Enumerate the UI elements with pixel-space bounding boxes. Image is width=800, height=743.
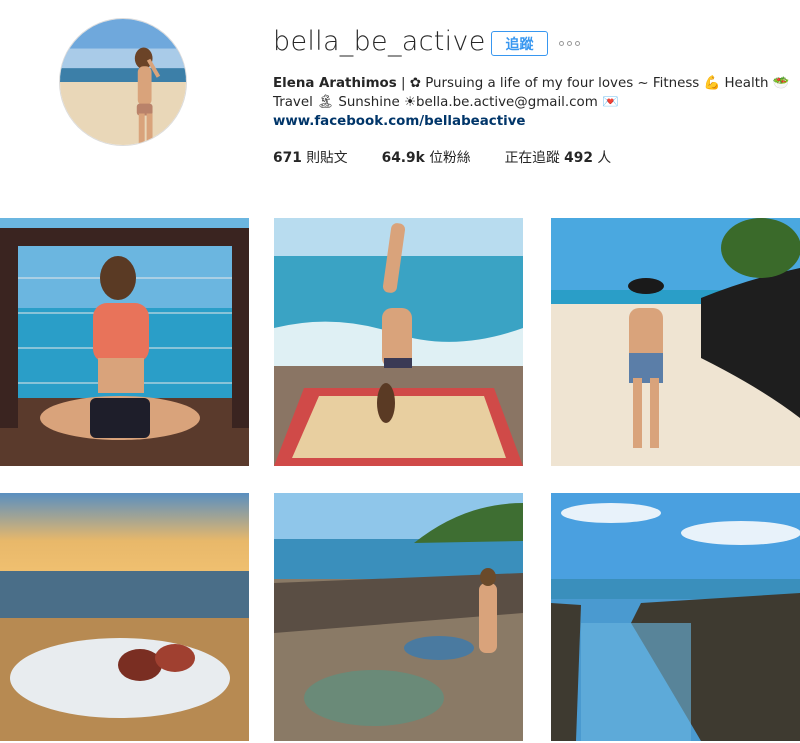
post-thumbnail[interactable] <box>274 218 523 466</box>
followers-stat[interactable]: 64.9k 位粉絲 <box>382 146 471 166</box>
post-thumbnail[interactable] <box>551 493 800 741</box>
following-count: 492 <box>564 150 593 166</box>
avatar-image <box>60 19 186 145</box>
post-image <box>274 493 523 741</box>
profile-stats: 671 則貼文 64.9k 位粉絲 正在追蹤 492 人 <box>273 146 645 166</box>
post-image <box>0 493 249 741</box>
posts-count: 671 <box>273 150 302 166</box>
post-thumbnail[interactable] <box>0 493 249 741</box>
post-image <box>0 218 249 466</box>
following-label: 正在追蹤 <box>504 150 560 166</box>
followers-count: 64.9k <box>381 150 425 166</box>
post-image <box>551 218 800 466</box>
follow-button[interactable]: 追蹤 <box>491 31 548 56</box>
post-thumbnail[interactable] <box>274 493 523 741</box>
post-image <box>274 218 523 466</box>
posts-label: 則貼文 <box>306 150 348 166</box>
following-stat[interactable]: 正在追蹤 492 人 <box>505 146 612 166</box>
post-thumbnail[interactable] <box>0 218 249 466</box>
following-unit: 人 <box>597 150 612 166</box>
post-thumbnail[interactable] <box>551 218 800 466</box>
dot <box>567 40 572 46</box>
post-image <box>551 493 800 741</box>
username: bella_be_active <box>273 26 486 57</box>
ellipsis-icon[interactable] <box>559 37 583 49</box>
profile-header: bella_be_active 追蹤 Elena Arathimos | ✿ P… <box>0 0 800 200</box>
avatar[interactable] <box>59 18 187 146</box>
dot <box>559 40 564 46</box>
bio-line-1: | ✿ Pursuing a life of my four loves ~ F… <box>400 76 790 91</box>
dot <box>575 40 580 46</box>
website-link[interactable]: www.facebook.com/bellabeactive <box>273 112 793 131</box>
posts-stat: 671 則貼文 <box>273 146 348 166</box>
full-name: Elena Arathimos <box>273 76 397 91</box>
bio-line-2: Travel 🏝 Sunshine ☀bella.be.active@gmail… <box>273 95 619 110</box>
bio: Elena Arathimos | ✿ Pursuing a life of m… <box>273 74 793 131</box>
followers-label: 位粉絲 <box>429 150 471 166</box>
